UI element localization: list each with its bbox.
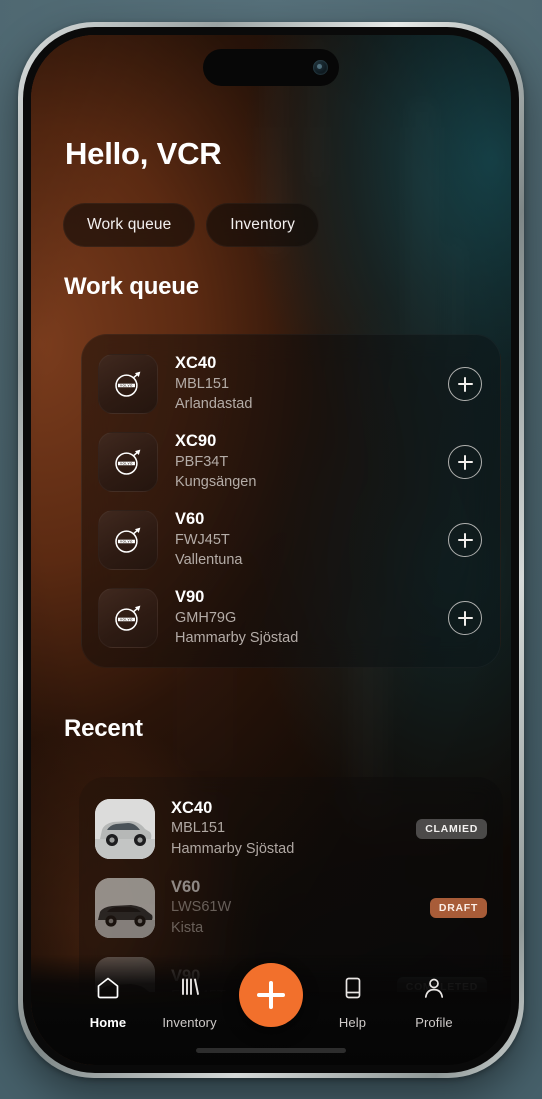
vehicle-location: Hammarby Sjöstad [171,840,295,857]
vehicle-model: V90 [175,588,205,607]
status-badge: CLAMIED [416,818,487,839]
filter-chips: Work queue Inventory [63,203,319,247]
chip-work-queue[interactable]: Work queue [63,203,196,247]
vehicle-model: XC40 [171,798,213,817]
app-content: Hello, VCR Work queue Inventory Work que… [31,35,511,1065]
add-button-fab[interactable] [239,963,303,1027]
vehicle-model: V60 [171,877,201,896]
home-indicator[interactable] [196,1048,346,1053]
recent-info: XC40 MBL151 Hammarby Sjöstad [171,798,416,860]
vehicle-location: Kista [171,919,204,936]
work-queue-card: VOLVO XC40 MBL151 Arlandastad VOLVO XC90… [81,334,501,668]
vehicle-model: XC90 [175,432,217,451]
nav-label-help: Help [338,1015,367,1030]
work-queue-row[interactable]: VOLVO V90 GMH79G Hammarby Sjöstad [82,579,500,657]
car-photo-xc40 [95,798,155,859]
svg-text:VOLVO: VOLVO [120,462,133,466]
scene: Hello, VCR Work queue Inventory Work que… [0,0,542,1099]
recent-info: V60 LWS61W Kista [171,877,430,939]
work-queue-info: V90 GMH79G Hammarby Sjöstad [175,587,448,649]
work-queue-row[interactable]: VOLVO XC90 PBF34T Kungsängen [82,423,500,501]
inventory-icon [177,975,203,1006]
nav-label-profile: Profile [415,1015,453,1030]
volvo-logo-icon: VOLVO [98,354,158,414]
front-camera-icon [313,60,328,75]
plus-icon[interactable] [448,523,482,557]
vehicle-plate: LWS61W [171,899,232,916]
plus-icon[interactable] [448,445,482,479]
nav-item-home[interactable]: Home [69,975,147,1030]
dynamic-island [203,49,339,86]
vehicle-model: V60 [175,510,205,529]
plus-icon[interactable] [448,601,482,635]
work-queue-row[interactable]: VOLVO XC40 MBL151 Arlandastad [82,345,500,423]
vehicle-plate: MBL151 [171,820,226,837]
nav-label-inventory: Inventory [162,1015,217,1030]
status-badge: DRAFT [429,897,487,918]
svg-text:VOLVO: VOLVO [120,384,133,388]
recent-row[interactable]: XC40 MBL151 Hammarby Sjöstad CLAMIED [79,789,503,868]
vehicle-plate: GMH79G [175,609,237,626]
vehicle-plate: MBL151 [175,375,230,392]
section-title-work-queue: Work queue [64,273,199,300]
phone-frame: Hello, VCR Work queue Inventory Work que… [18,22,524,1078]
car-photo-v60 [95,877,155,938]
home-icon [95,975,121,1006]
phone-bezel: Hello, VCR Work queue Inventory Work que… [23,27,519,1073]
chip-inventory[interactable]: Inventory [206,203,319,247]
work-queue-info: XC40 MBL151 Arlandastad [175,353,448,415]
vehicle-plate: PBF34T [175,453,229,470]
help-book-icon [340,975,366,1006]
svg-text:VOLVO: VOLVO [120,618,133,622]
volvo-logo-icon: VOLVO [98,432,158,492]
vehicle-model: XC40 [175,354,217,373]
work-queue-info: V60 FWJ45T Vallentuna [175,509,448,571]
page-title: Hello, VCR [65,136,222,171]
nav-item-profile[interactable]: Profile [395,975,473,1030]
work-queue-row[interactable]: VOLVO V60 FWJ45T Vallentuna [82,501,500,579]
volvo-logo-icon: VOLVO [98,588,158,648]
person-icon [421,975,447,1006]
vehicle-location: Vallentuna [175,552,243,569]
work-queue-info: XC90 PBF34T Kungsängen [175,431,448,493]
plus-icon[interactable] [448,367,482,401]
vehicle-plate: FWJ45T [175,531,230,548]
vehicle-location: Arlandastad [175,396,253,413]
volvo-logo-icon: VOLVO [98,510,158,570]
vehicle-location: Hammarby Sjöstad [175,630,299,647]
nav-label-home: Home [89,1015,127,1030]
section-title-recent: Recent [64,715,143,742]
nav-item-help[interactable]: Help [314,975,392,1030]
svg-text:VOLVO: VOLVO [120,540,133,544]
recent-row[interactable]: V60 LWS61W Kista DRAFT [79,868,503,947]
vehicle-location: Kungsängen [175,474,257,491]
nav-item-inventory[interactable]: Inventory [151,975,229,1030]
phone-screen: Hello, VCR Work queue Inventory Work que… [31,35,511,1065]
